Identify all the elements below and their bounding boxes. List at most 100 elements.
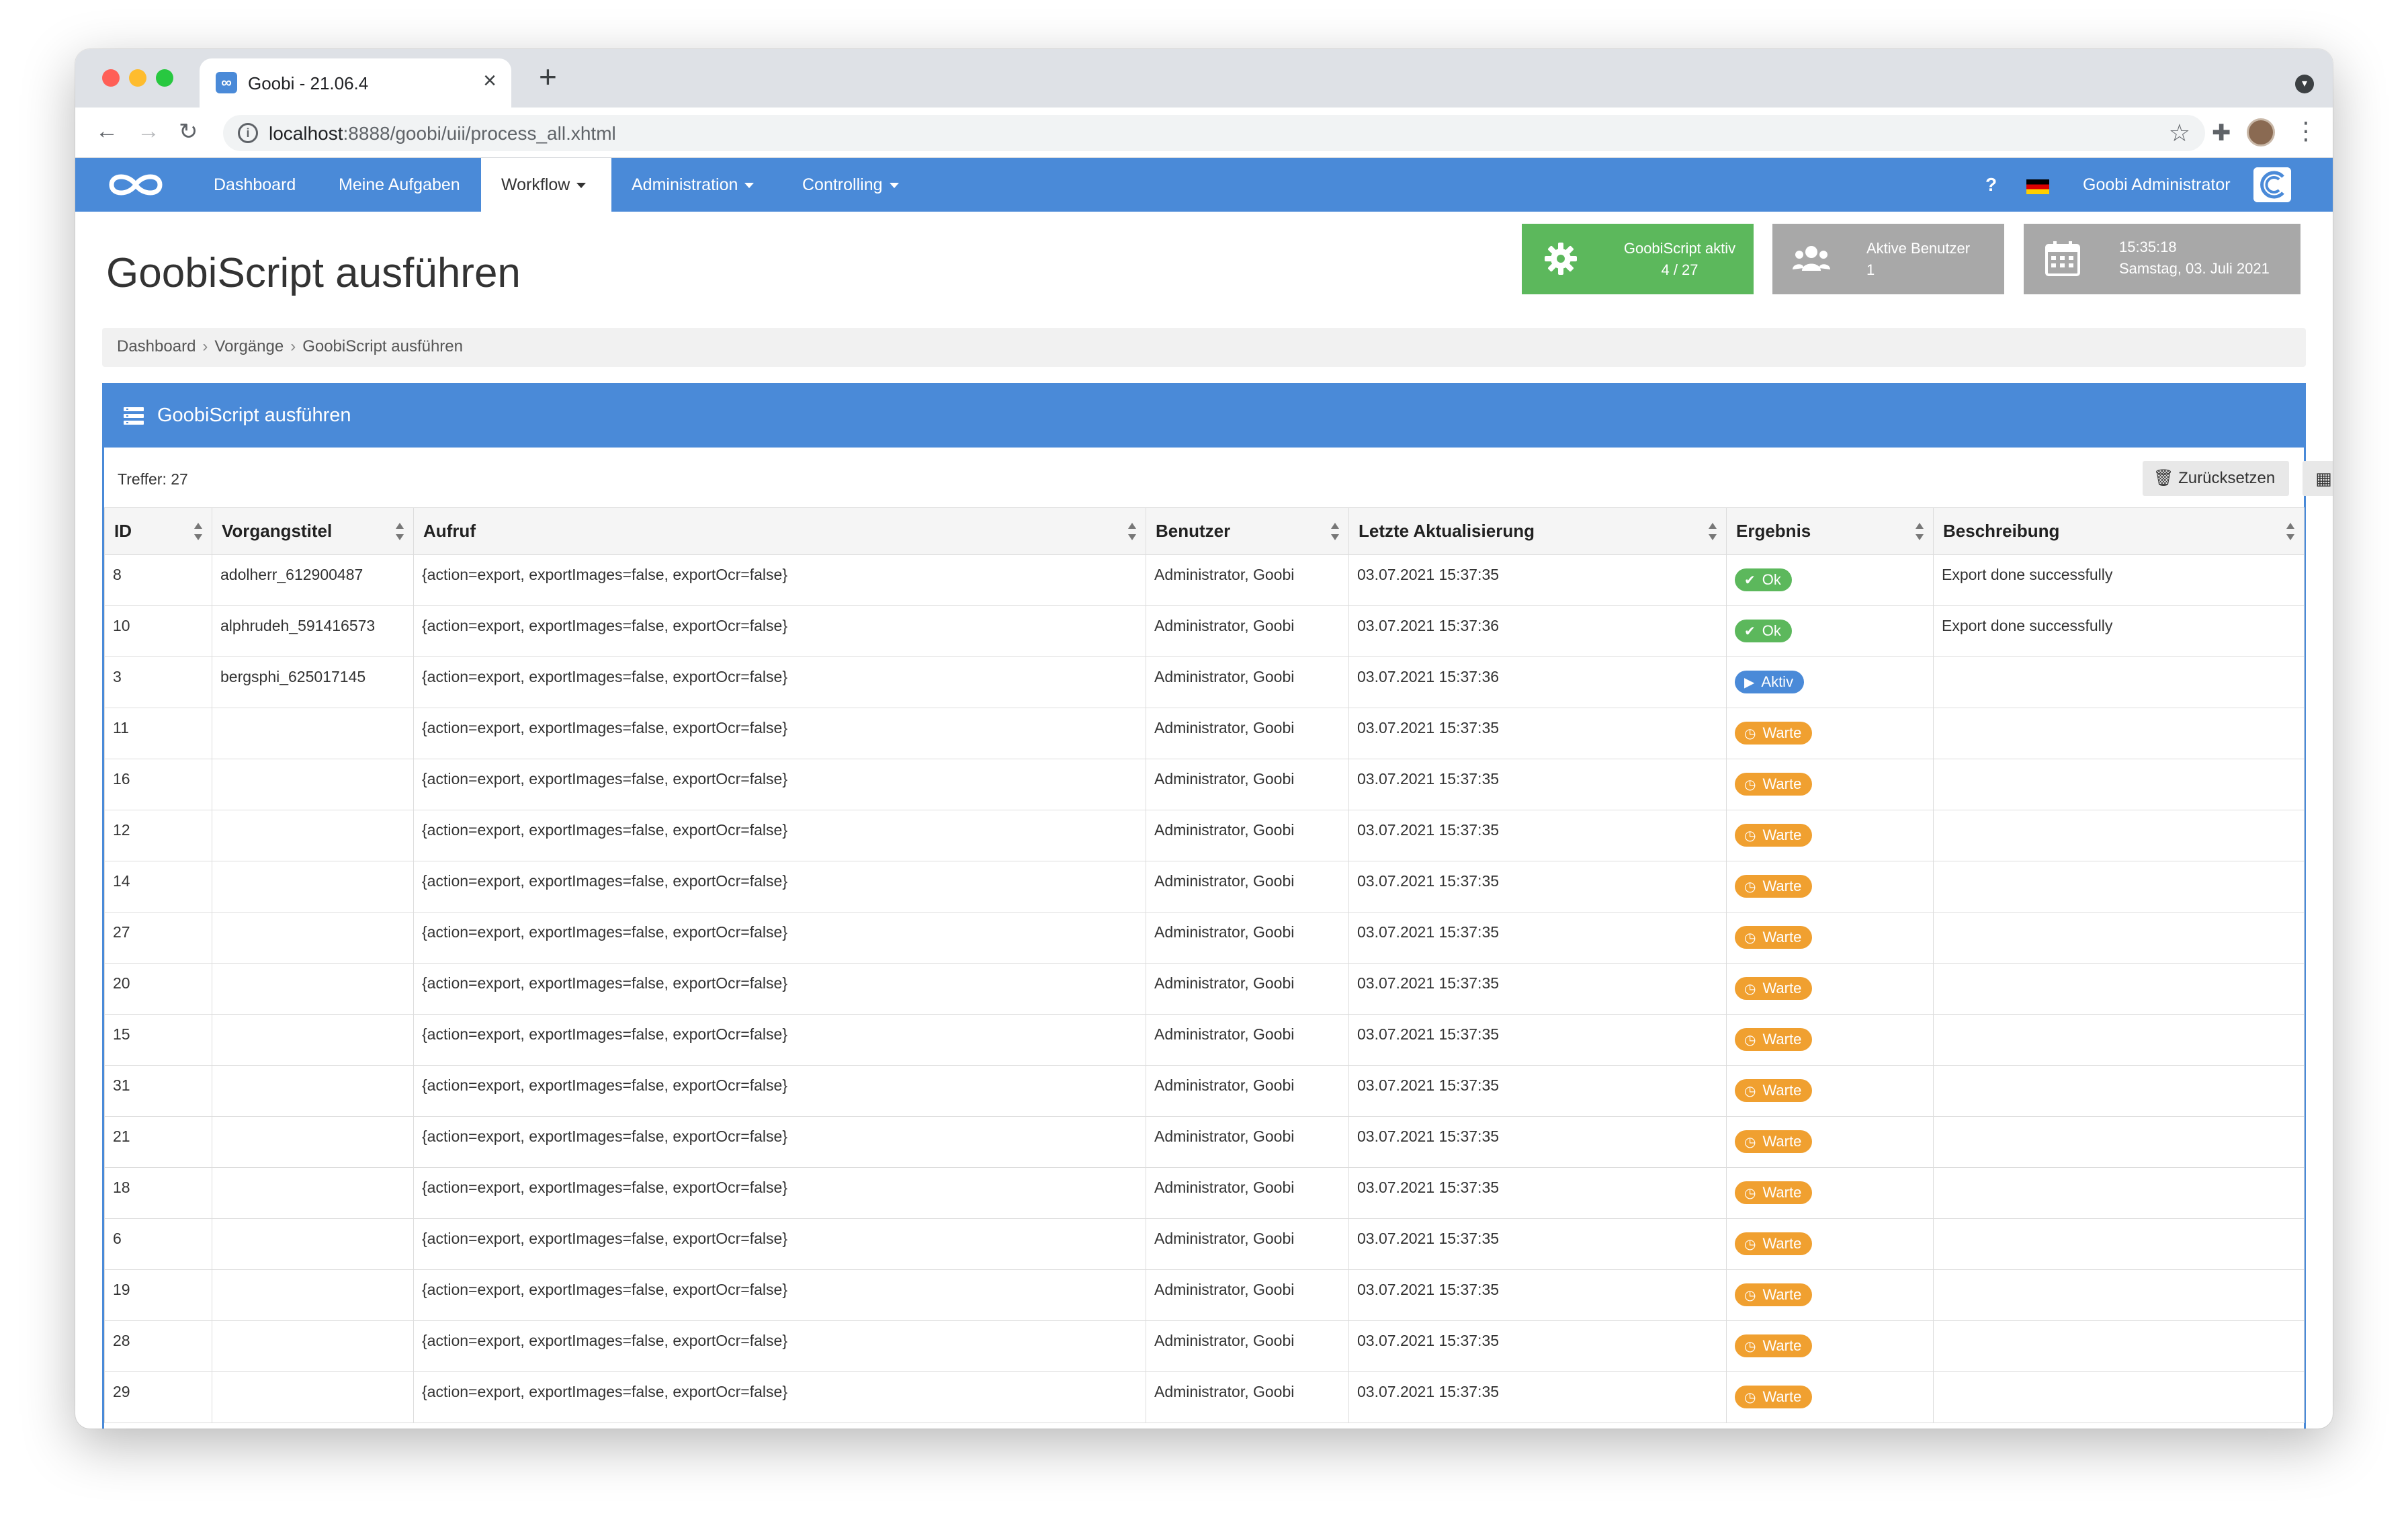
table-row[interactable]: 10 alphrudeh_591416573 {action=export, exp… [104, 605, 2305, 657]
cell-id: 27 [104, 912, 212, 964]
cell-letzte-aktualisierung: 03.07.2021 15:37:35 [1348, 1014, 1727, 1066]
column-header-beschreibung[interactable]: Beschreibung [1933, 507, 2305, 555]
breadcrumb-current: GoobiScript ausführen [302, 337, 463, 355]
reset-button[interactable]: 🗑 Zurücksetzen [2143, 461, 2289, 496]
cell-id: 29 [104, 1371, 212, 1423]
column-header-aufruf[interactable]: Aufruf [413, 507, 1146, 555]
browser-tab[interactable]: ∞ Goobi - 21.06.4 × [200, 58, 511, 108]
address-bar[interactable]: i localhost:8888/goobi/uii/process_all.x… [223, 115, 2205, 151]
column-header-ergebnis[interactable]: Ergebnis [1726, 507, 1934, 555]
cell-letzte-aktualisierung: 03.07.2021 15:37:35 [1348, 1269, 1727, 1321]
table-row[interactable]: 16 {action=export, exportImages=false, ex… [104, 759, 2305, 810]
gear-icon [1545, 243, 1577, 275]
minimize-window-button[interactable] [129, 69, 146, 87]
cell-vorgangstitel [212, 759, 414, 810]
cell-benutzer: Administrator, Goobi [1146, 759, 1349, 810]
column-header-benutzer[interactable]: Benutzer [1146, 507, 1349, 555]
status-label: Warte [1762, 775, 1802, 792]
table-row[interactable]: 14 {action=export, exportImages=false, ex… [104, 861, 2305, 912]
cell-vorgangstitel [212, 1065, 414, 1117]
table-row[interactable]: 6 {action=export, exportImages=false, exp… [104, 1218, 2305, 1270]
table-row[interactable]: 18 {action=export, exportImages=false, ex… [104, 1167, 2305, 1219]
status-label: Warte [1762, 1337, 1802, 1354]
profile-avatar[interactable] [2247, 118, 2275, 146]
table-row[interactable]: 20 {action=export, exportImages=false, ex… [104, 963, 2305, 1015]
nav-workflow[interactable]: Workflow [481, 158, 611, 212]
tab-title: Goobi - 21.06.4 [248, 73, 369, 93]
active-users-box[interactable]: Aktive Benutzer 1 [1772, 224, 2004, 294]
column-header-vorgangstitel[interactable]: Vorgangstitel [212, 507, 414, 555]
breadcrumb-dashboard[interactable]: Dashboard [117, 337, 196, 355]
table-row[interactable]: 27 {action=export, exportImages=false, ex… [104, 912, 2305, 964]
close-window-button[interactable] [102, 69, 120, 87]
user-logo-icon[interactable] [2253, 167, 2291, 202]
browser-menu-icon[interactable]: ⋮ [2294, 117, 2318, 145]
cell-vorgangstitel: bergsphi_625017145 [212, 656, 414, 708]
nav-meine-aufgaben[interactable]: Meine Aufgaben [339, 158, 460, 212]
table-row[interactable]: 21 {action=export, exportImages=false, ex… [104, 1116, 2305, 1168]
forward-arrow-icon[interactable]: → [137, 118, 160, 144]
active-users-count: 1 [1866, 261, 1875, 278]
cell-vorgangstitel [212, 1014, 414, 1066]
cell-id: 21 [104, 1116, 212, 1168]
table-row[interactable]: 31 {action=export, exportImages=false, ex… [104, 1065, 2305, 1117]
column-header-letzte-aktualisierung[interactable]: Letzte Aktualisierung [1348, 507, 1727, 555]
table-row[interactable]: 11 {action=export, exportImages=false, ex… [104, 708, 2305, 759]
goobi-logo-icon[interactable] [105, 169, 167, 201]
table-row[interactable]: 19 {action=export, exportImages=false, ex… [104, 1269, 2305, 1321]
tab-close-icon[interactable]: × [483, 68, 497, 94]
bookmark-star-icon[interactable]: ☆ [2169, 119, 2190, 147]
cell-vorgangstitel [212, 1167, 414, 1219]
cell-ergebnis: ◷ Warte [1726, 1371, 1934, 1423]
cell-aufruf: {action=export, exportImages=false, expo… [413, 708, 1146, 759]
table-row[interactable]: 8 adolherr_612900487 {action=export, expor… [104, 554, 2305, 606]
site-info-icon[interactable]: i [238, 123, 258, 143]
sort-icon [1128, 523, 1136, 540]
cell-ergebnis: ◷ Warte [1726, 1065, 1934, 1117]
table-row[interactable]: 15 {action=export, exportImages=false, ex… [104, 1014, 2305, 1066]
nav-controlling[interactable]: Controlling [802, 158, 899, 212]
sort-icon [1916, 523, 1924, 540]
column-header-id[interactable]: ID [104, 507, 212, 555]
trash-icon: 🗑 [2153, 469, 2174, 487]
cell-benutzer: Administrator, Goobi [1146, 1014, 1349, 1066]
column-chooser-button[interactable]: ▦ [2303, 461, 2333, 496]
sort-icon [396, 523, 404, 540]
german-flag-icon[interactable] [2026, 179, 2049, 194]
reload-icon[interactable]: ↻ [179, 118, 198, 145]
table-row[interactable]: 3 bergsphi_625017145 {action=export, expor… [104, 656, 2305, 708]
sort-icon [194, 523, 202, 540]
goobiscript-status-box[interactable]: GoobiScript aktiv 4 / 27 [1522, 224, 1754, 294]
new-tab-icon[interactable]: + [539, 58, 557, 95]
cell-vorgangstitel [212, 963, 414, 1015]
cell-vorgangstitel [212, 708, 414, 759]
nav-dashboard[interactable]: Dashboard [214, 158, 296, 212]
cell-letzte-aktualisierung: 03.07.2021 15:37:36 [1348, 656, 1727, 708]
cell-vorgangstitel [212, 861, 414, 912]
status-label: Ok [1762, 571, 1781, 588]
cell-aufruf: {action=export, exportImages=false, expo… [413, 963, 1146, 1015]
back-arrow-icon[interactable]: ← [95, 118, 118, 144]
nav-administration[interactable]: Administration [632, 158, 755, 212]
status-badge: ◷ Warte [1735, 875, 1813, 898]
table-row[interactable]: 28 {action=export, exportImages=false, ex… [104, 1320, 2305, 1372]
cell-ergebnis: ◷ Warte [1726, 963, 1934, 1015]
table-row[interactable]: 12 {action=export, exportImages=false, ex… [104, 810, 2305, 861]
tab-search-icon[interactable]: ▾ [2295, 75, 2314, 93]
status-label: Warte [1762, 1133, 1802, 1150]
datetime-box: 15:35:18 Samstag, 03. Juli 2021 [2024, 224, 2300, 294]
zoom-window-button[interactable] [156, 69, 173, 87]
cell-letzte-aktualisierung: 03.07.2021 15:37:35 [1348, 912, 1727, 964]
help-icon[interactable]: ? [1985, 174, 1997, 196]
cell-id: 28 [104, 1320, 212, 1372]
cell-ergebnis: ◷ Warte [1726, 759, 1934, 810]
cell-aufruf: {action=export, exportImages=false, expo… [413, 759, 1146, 810]
cell-id: 12 [104, 810, 212, 861]
user-menu[interactable]: Goobi Administrator [2083, 175, 2231, 195]
cell-ergebnis: ◷ Warte [1726, 1269, 1934, 1321]
status-label: Warte [1762, 1286, 1802, 1303]
cell-ergebnis: ◷ Warte [1726, 1167, 1934, 1219]
table-row[interactable]: 29 {action=export, exportImages=false, ex… [104, 1371, 2305, 1423]
extensions-puzzle-icon[interactable]: ✚ [2212, 120, 2231, 146]
breadcrumb-vorgaenge[interactable]: Vorgänge [214, 337, 284, 355]
